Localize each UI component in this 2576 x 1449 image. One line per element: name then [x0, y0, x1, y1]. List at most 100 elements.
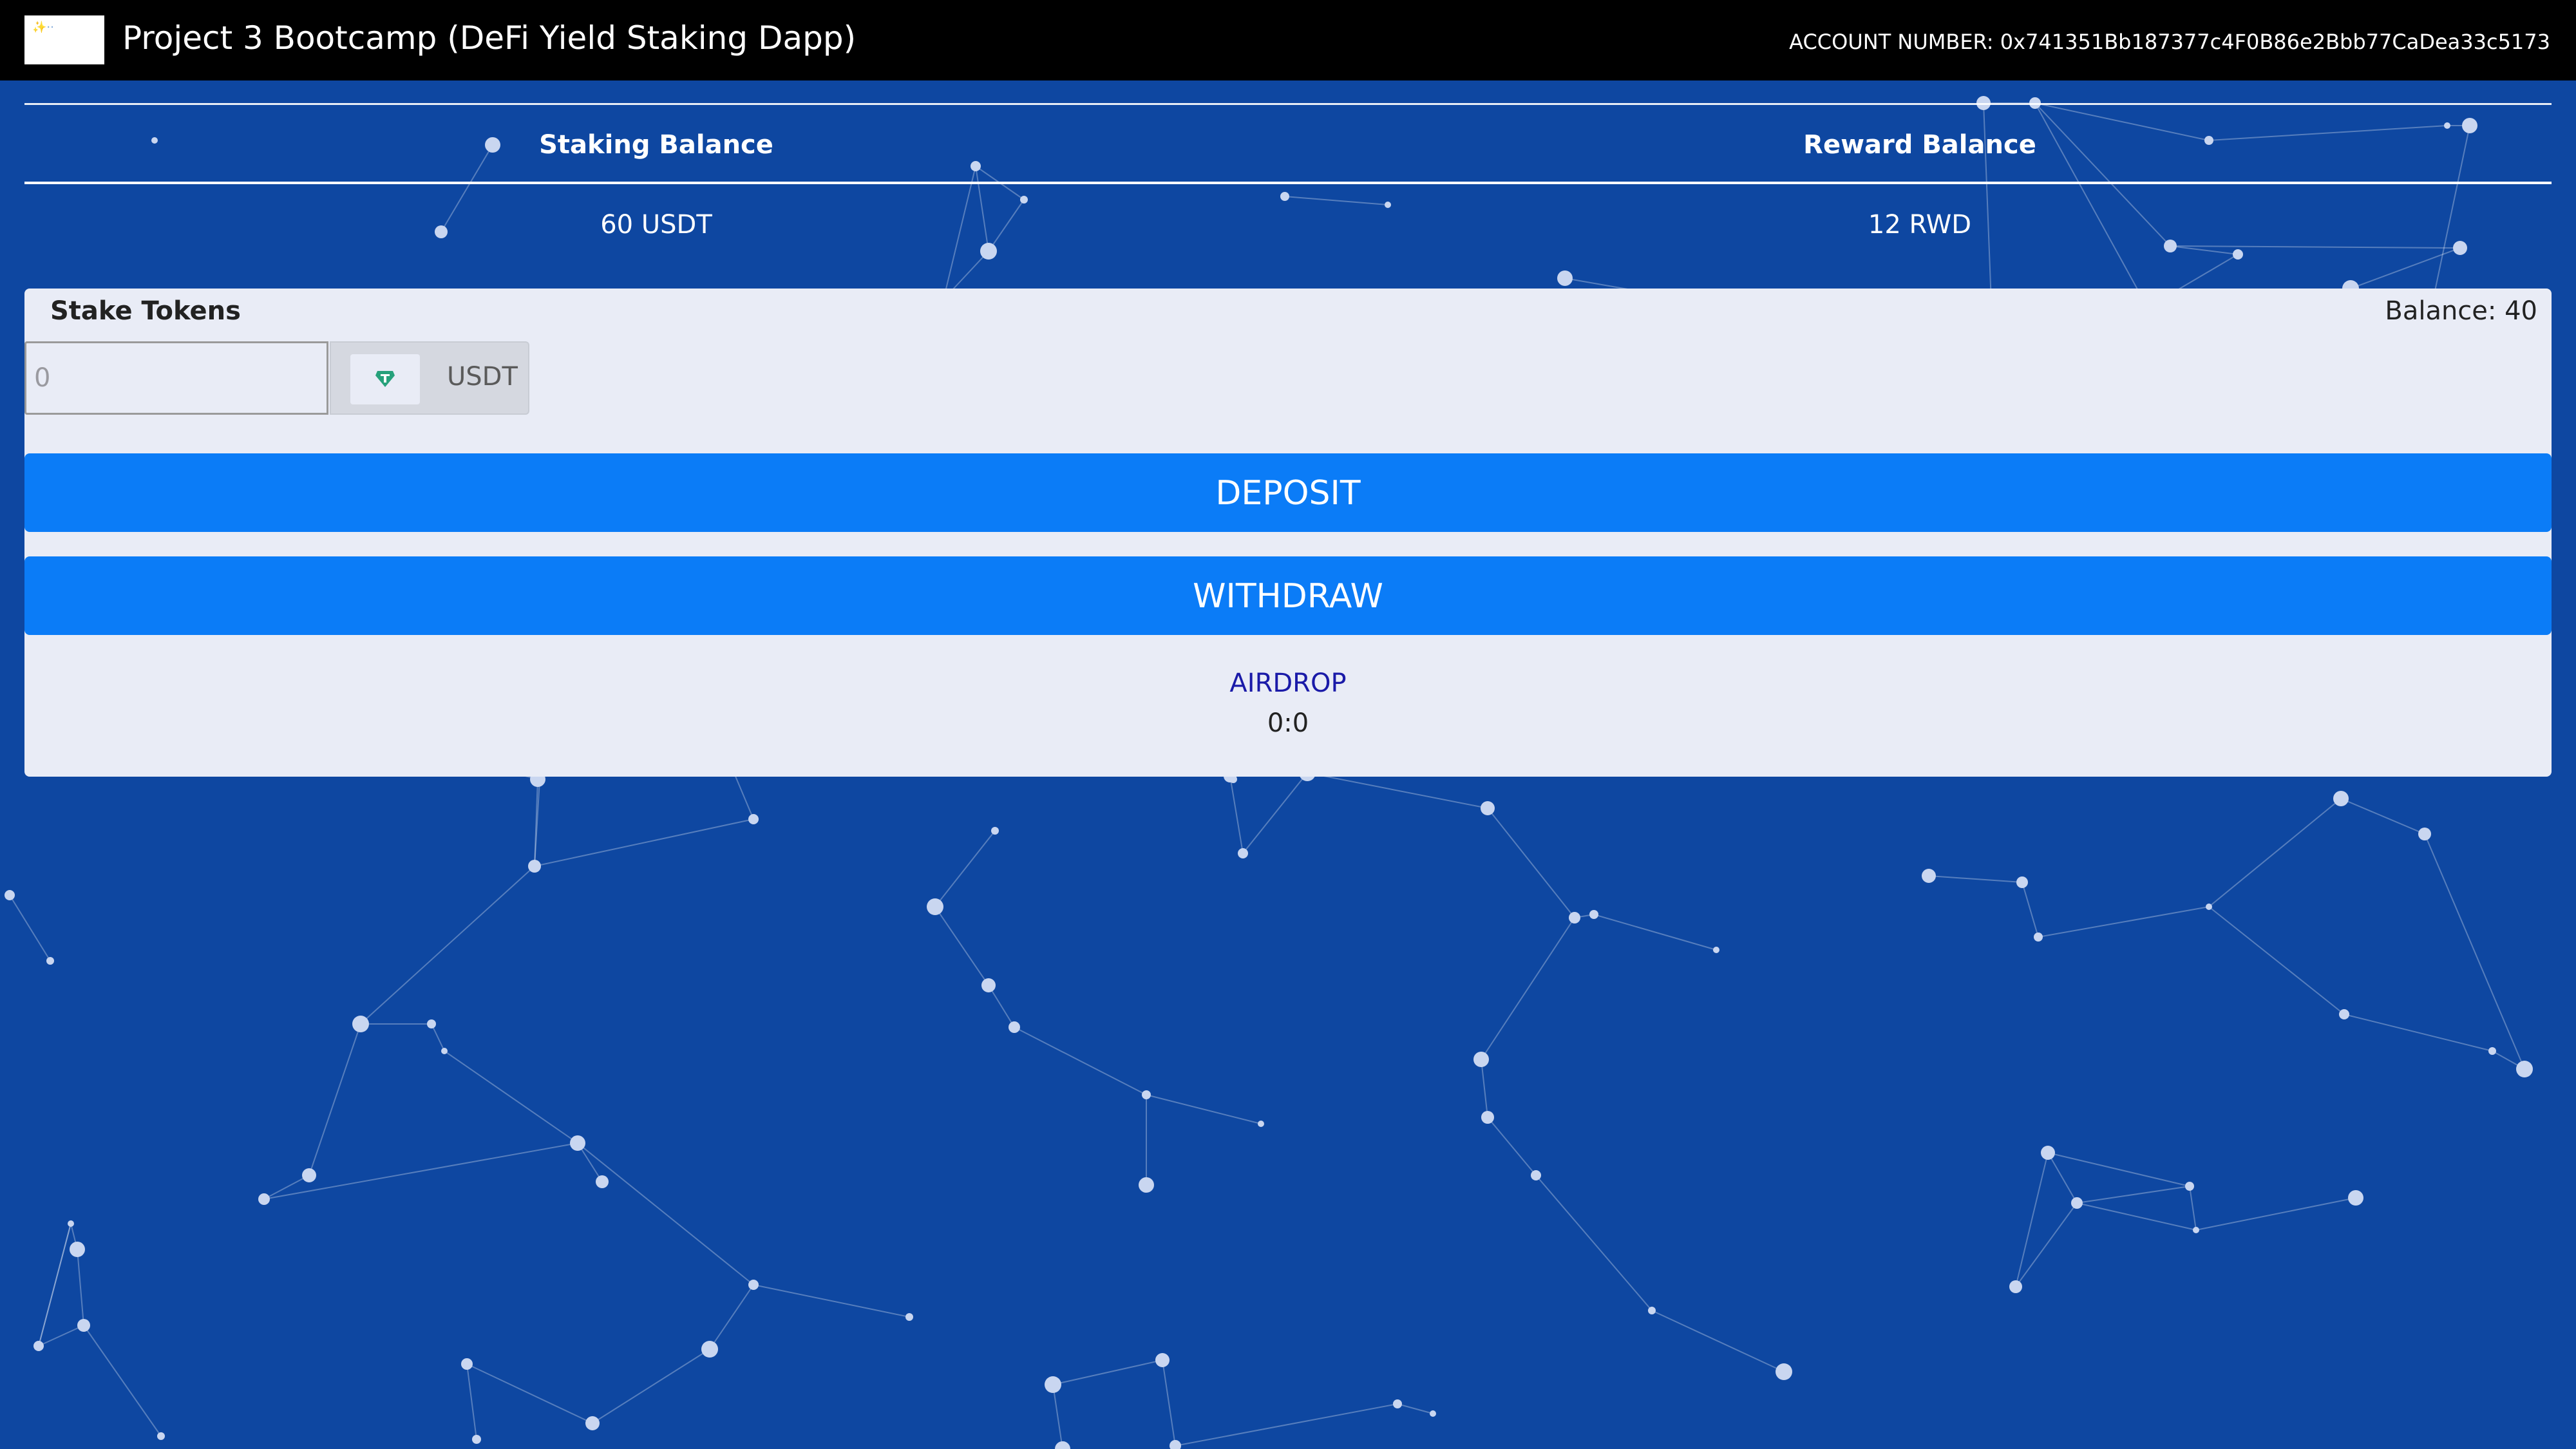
network-line [308, 1023, 361, 1176]
network-dot [570, 1135, 585, 1151]
network-dot [1238, 848, 1248, 858]
network-dot [1648, 1307, 1656, 1314]
network-dot [2041, 1146, 2055, 1160]
airdrop-label: AIRDROP [1229, 668, 1347, 698]
network-dot [1009, 1021, 1020, 1033]
airdrop-timer: 0:0 [1267, 708, 1309, 738]
network-dot [927, 898, 943, 915]
network-line [934, 906, 989, 986]
network-dot [1045, 1376, 1061, 1393]
account-label: ACCOUNT NUMBER: [1789, 30, 1994, 54]
network-line [577, 1142, 754, 1285]
network-dot [2164, 240, 2177, 252]
network-dot [2516, 1061, 2533, 1077]
stake-amount-input[interactable] [24, 341, 328, 415]
network-line [83, 1325, 162, 1437]
network-line [1651, 1310, 1785, 1372]
network-dot [1776, 1363, 1792, 1380]
network-line [1229, 775, 1244, 854]
network-dot [1481, 1111, 1494, 1124]
network-line [1052, 1359, 1163, 1385]
network-dot [1020, 196, 1028, 204]
network-dot [971, 161, 981, 171]
reward-balance-value: 12 RWD [1868, 210, 1972, 240]
network-line [1928, 875, 2023, 883]
network-line [444, 1050, 578, 1144]
network-line [753, 1284, 910, 1318]
network-dot [2071, 1197, 2083, 1209]
network-dot [2034, 933, 2043, 942]
network-line [2076, 1202, 2197, 1231]
network-dot [2185, 1182, 2194, 1191]
network-line [2047, 1152, 2078, 1204]
network-dot [157, 1432, 165, 1440]
network-dot [1280, 192, 1289, 201]
network-dot [2206, 904, 2212, 910]
network-line [2076, 1186, 2190, 1204]
staking-balance-header: Staking Balance [539, 130, 773, 160]
network-dot [1589, 910, 1598, 919]
network-line [2189, 1186, 2197, 1231]
network-dot [980, 243, 997, 260]
network-dot [2339, 1009, 2349, 1019]
network-dot [46, 957, 54, 965]
network-line [2170, 245, 2239, 255]
network-dot [70, 1242, 85, 1257]
network-line [466, 1363, 593, 1424]
network-line [1487, 808, 1575, 918]
network-dot [585, 1416, 600, 1430]
network-dot [2418, 828, 2431, 840]
deposit-button[interactable]: DEPOSIT [24, 453, 2552, 532]
logo-mark: ✨·· [32, 21, 54, 34]
network-line [1162, 1359, 1176, 1446]
network-dot [258, 1193, 270, 1205]
network-line [2340, 798, 2425, 835]
network-dot [748, 814, 759, 824]
network-line [1487, 1117, 1537, 1176]
network-line [1593, 914, 1717, 951]
network-dot [905, 1313, 913, 1321]
network-line [2038, 906, 2210, 938]
network-dot [596, 1175, 609, 1188]
network-dot [528, 860, 541, 873]
network-dot [1393, 1399, 1402, 1408]
network-line [1535, 1175, 1653, 1311]
network-line [2424, 833, 2525, 1070]
network-dot [2233, 249, 2243, 260]
network-line [1397, 1403, 1434, 1414]
network-dot [77, 1319, 90, 1332]
network-dot [1142, 1090, 1151, 1099]
network-line [2170, 245, 2461, 249]
stake-card: Stake Tokens Balance: 40 USDT DEPOSIT WI… [24, 289, 2552, 777]
network-dot [302, 1168, 316, 1182]
network-line [360, 866, 535, 1025]
withdraw-button[interactable]: WITHDRAW [24, 556, 2552, 635]
network-dot [1473, 1052, 1489, 1067]
network-line [2195, 1197, 2356, 1231]
network-line [934, 830, 996, 907]
token-symbol: USDT [447, 362, 518, 392]
network-line [2047, 1152, 2190, 1187]
network-line [1481, 1059, 1488, 1118]
network-dot [441, 1048, 448, 1054]
network-dot [1922, 869, 1936, 883]
brand-logo[interactable]: ✨·· [24, 15, 104, 64]
network-line [988, 985, 1015, 1028]
network-line [709, 1284, 754, 1350]
token-addon: USDT [330, 341, 529, 415]
network-dot [701, 1341, 718, 1358]
network-line [592, 1349, 710, 1424]
network-line [38, 1223, 71, 1347]
network-dot [427, 1019, 436, 1028]
network-dot [5, 890, 15, 900]
network-dot [33, 1341, 44, 1351]
network-line [1052, 1384, 1063, 1449]
network-dot [68, 1220, 74, 1227]
network-dot [1055, 1441, 1070, 1449]
network-dot [2009, 1280, 2022, 1293]
network-dot [1170, 1440, 1181, 1449]
network-line [1014, 1027, 1147, 1095]
network-dot [1531, 1170, 1541, 1180]
network-dot [1139, 1177, 1154, 1193]
network-line [534, 819, 754, 867]
